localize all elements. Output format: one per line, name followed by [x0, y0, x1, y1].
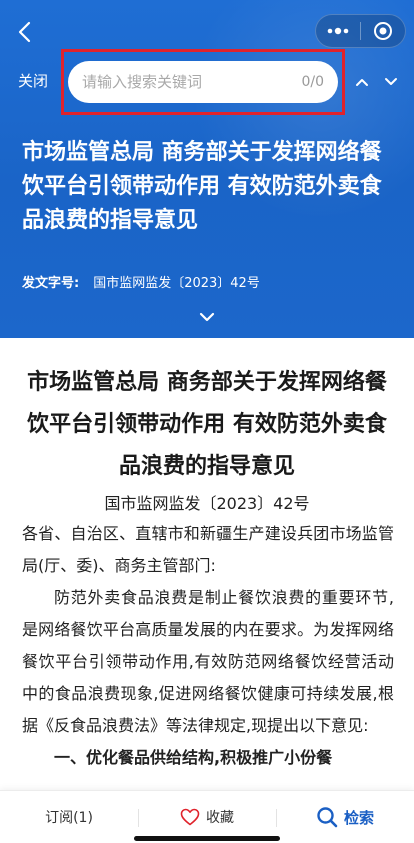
- next-match-button[interactable]: [380, 70, 402, 94]
- document-header: 关闭 0/0 市场监管总局 商务部关于发挥网络餐饮平台引领带动作用 有效防范外卖…: [0, 0, 414, 338]
- more-button[interactable]: [316, 15, 360, 47]
- article-addressee: 各省、自治区、直辖市和新疆生产建设兵团市场监管局(厅、委)、商务主管部门:: [22, 524, 394, 575]
- chevron-left-icon: [18, 21, 31, 43]
- document-number-label: 发文字号:: [22, 276, 80, 291]
- home-indicator: [134, 836, 280, 841]
- exit-mini-program-button[interactable]: [361, 15, 405, 47]
- article-content[interactable]: 市场监管总局 商务部关于发挥网络餐饮平台引领带动作用 有效防范外卖食品浪费的指导…: [0, 338, 414, 790]
- back-button[interactable]: [12, 18, 36, 46]
- more-dots-icon: [327, 27, 349, 35]
- toolbar-divider: [138, 809, 139, 827]
- article-title: 市场监管总局 商务部关于发挥网络餐饮平台引领带动作用 有效防范外卖食品浪费的指导…: [27, 370, 387, 479]
- document-number-value: 国市监网监发〔2023〕42号: [93, 276, 260, 291]
- target-circle-icon: [374, 22, 392, 40]
- article-body: 各省、自治区、直辖市和新疆生产建设兵团市场监管局(厅、委)、商务主管部门: 防范…: [22, 518, 394, 774]
- favorite-label: 收藏: [206, 810, 234, 826]
- heart-icon: [180, 808, 200, 826]
- subscribe-button[interactable]: 订阅(1): [0, 791, 138, 843]
- article-document-number: 国市监网监发〔2023〕42号: [104, 494, 310, 513]
- subscribe-label: 订阅(1): [45, 810, 93, 826]
- search-tab-button[interactable]: 检索: [276, 791, 414, 843]
- search-icon: [317, 807, 338, 828]
- document-title: 市场监管总局 商务部关于发挥网络餐饮平台引领带动作用 有效防范外卖食品浪费的指导…: [22, 140, 382, 233]
- chevron-up-icon: [356, 79, 368, 86]
- article-paragraph: 防范外卖食品浪费是制止餐饮浪费的重要环节,是网络餐饮平台高质量发展的内在要求。为…: [22, 588, 394, 735]
- toolbar-divider: [276, 809, 277, 827]
- close-button[interactable]: 关闭: [18, 71, 48, 91]
- expand-header-button[interactable]: [196, 306, 218, 328]
- search-tab-label: 检索: [343, 808, 374, 827]
- mini-program-capsule: [315, 14, 406, 48]
- article-section-heading: 一、优化餐品供给结构,积极推广小份餐: [54, 748, 333, 767]
- chevron-down-icon: [385, 78, 397, 85]
- document-number-row: 发文字号: 国市监网监发〔2023〕42号: [22, 272, 260, 291]
- previous-match-button[interactable]: [351, 70, 373, 94]
- chevron-down-icon: [199, 312, 215, 322]
- highlight-box: [61, 49, 345, 115]
